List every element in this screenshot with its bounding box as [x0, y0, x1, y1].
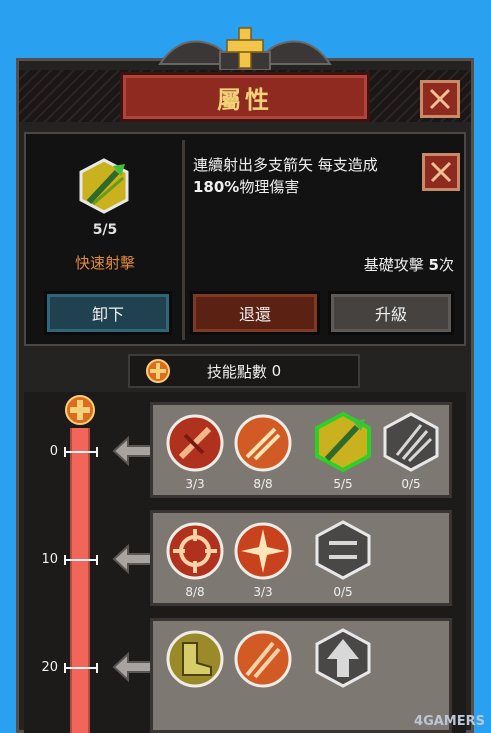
tier-skill-slot[interactable] — [313, 627, 373, 697]
tier-skill-slot[interactable]: 3/3 — [233, 521, 293, 599]
base-attack-count: 5 — [428, 256, 439, 274]
skill-point-icon — [65, 395, 95, 425]
tier-tick-end — [96, 447, 98, 457]
base-attack-info: 基礎攻擊 5次 — [300, 254, 454, 275]
skill-count: 0/5 — [333, 585, 353, 599]
boot-speed-icon — [166, 630, 224, 688]
tier-skill-slot[interactable]: 0/5 — [313, 519, 373, 599]
skill-count: 5/5 — [333, 477, 353, 491]
skill-count: 3/3 — [253, 585, 273, 599]
level-progress-track — [70, 428, 90, 733]
sword-strike-icon — [166, 414, 224, 472]
skill-tier-row: 3/3 8/8 5/5 0/5 — [150, 402, 452, 498]
tier-tick-end — [96, 663, 98, 673]
panel-divider — [182, 140, 185, 340]
tier-skill-slot[interactable]: 3/3 — [165, 413, 225, 491]
close-window-button[interactable] — [420, 80, 460, 118]
tier-tick-end — [64, 555, 66, 565]
tier-skill-slot[interactable] — [233, 629, 293, 699]
skill-count: 0/5 — [401, 477, 421, 491]
skill-point-icon — [146, 359, 170, 383]
skill-points-value: 0 — [271, 362, 282, 380]
skill-count: 8/8 — [185, 585, 205, 599]
tier-level-label: 10 — [41, 552, 58, 567]
skill-count: 3/3 — [185, 477, 205, 491]
tier-tick-end — [96, 555, 98, 565]
tier-skill-slot[interactable]: 0/5 — [381, 411, 441, 491]
watermark: 4GAMERS — [414, 714, 485, 729]
tier-level-label: 0 — [49, 444, 58, 459]
slash-wave-icon — [234, 414, 292, 472]
tier-skill-slot[interactable]: 8/8 — [233, 413, 293, 491]
close-detail-button[interactable] — [422, 153, 460, 191]
tier-skill-slot[interactable]: 8/8 — [165, 521, 225, 599]
skill-tier-row — [150, 618, 452, 733]
damage-type: 物理傷害 — [239, 178, 300, 196]
tier-skill-slot[interactable]: 5/5 — [313, 411, 373, 491]
close-icon — [429, 88, 451, 110]
skill-description-line1: 連續射出多支箭矢 每支造成 — [193, 156, 378, 174]
tier-level-label: 20 — [41, 660, 58, 675]
arrow-up-icon — [315, 628, 371, 688]
damage-percent: 180% — [193, 178, 240, 196]
refund-button[interactable]: 退還 — [190, 291, 320, 335]
base-attack-unit: 次 — [438, 256, 454, 274]
crest-ornament-icon — [158, 27, 332, 70]
tier-tick-end — [64, 447, 66, 457]
burst-star-icon — [234, 522, 292, 580]
skill-level: 5/5 — [92, 222, 118, 238]
rapid-shot-icon — [315, 411, 371, 473]
rapid-shot-icon — [79, 158, 129, 214]
skill-points-label: 技能點數 — [206, 362, 267, 381]
tier-tick-end — [64, 663, 66, 673]
tier-tick — [64, 451, 98, 453]
title-bar: 屬性 — [120, 72, 370, 122]
flame-slash-icon — [234, 630, 292, 688]
chain-link-icon — [315, 520, 371, 580]
skill-count: 8/8 — [253, 477, 273, 491]
tier-skill-slot[interactable] — [165, 629, 225, 699]
skill-name: 快速射擊 — [74, 254, 135, 272]
skill-tier-row: 8/8 3/3 0/5 — [150, 510, 452, 606]
close-icon — [430, 161, 452, 183]
tier-tick — [64, 559, 98, 561]
crosshair-icon — [166, 522, 224, 580]
unequip-button[interactable]: 卸下 — [44, 291, 172, 335]
skill-description-line2: 180%物理傷害 — [193, 176, 299, 197]
triple-claw-icon — [383, 412, 439, 472]
page-title: 屬性 — [217, 85, 273, 114]
tier-tick — [64, 667, 98, 669]
upgrade-button[interactable]: 升級 — [328, 291, 454, 335]
base-attack-label: 基礎攻擊 — [363, 256, 424, 274]
